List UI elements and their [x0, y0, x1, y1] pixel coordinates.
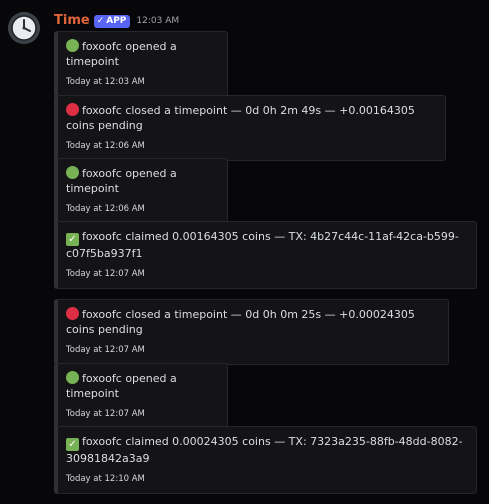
red-circle-icon — [66, 103, 79, 116]
embed-footer: Today at 12:03 AM — [66, 77, 145, 87]
embed-text: foxoofc claimed 0.00024305 coins — TX: 7… — [66, 435, 463, 465]
green-circle-icon — [66, 39, 79, 52]
verified-check-icon: ✓ — [96, 15, 105, 26]
message-header: Time ✓ APP 12:03 AM — [54, 12, 179, 30]
embed-card: foxoofc closed a timepoint — 0d 0h 0m 25… — [54, 299, 449, 365]
embed-description: foxoofc opened a timepoint — [66, 166, 217, 196]
clock-icon — [8, 12, 40, 44]
message-timestamp[interactable]: 12:03 AM — [136, 13, 179, 29]
embed-text: foxoofc opened a timepoint — [66, 167, 177, 195]
red-circle-icon — [66, 307, 79, 320]
embed-text: foxoofc claimed 0.00164305 coins — TX: 4… — [66, 230, 459, 260]
green-circle-icon — [66, 371, 79, 384]
check-mark-icon: ✓ — [66, 233, 79, 246]
embed-text: foxoofc opened a timepoint — [66, 372, 177, 400]
username[interactable]: Time — [54, 13, 90, 29]
embed-text: foxoofc closed a timepoint — 0d 0h 2m 49… — [66, 104, 415, 132]
app-badge-label: APP — [106, 15, 127, 26]
embed-footer: Today at 12:07 AM — [66, 409, 145, 419]
embed-text: foxoofc closed a timepoint — 0d 0h 0m 25… — [66, 308, 415, 336]
avatar[interactable] — [8, 12, 40, 44]
embed-footer: Today at 12:07 AM — [66, 345, 145, 355]
embed-description: foxoofc opened a timepoint — [66, 371, 217, 401]
embed-card: foxoofc opened a timepoint Today at 12:0… — [54, 158, 228, 224]
embed-card: ✓ foxoofc claimed 0.00164305 coins — TX: … — [54, 221, 477, 289]
chat-message: Time ✓ APP 12:03 AM foxoofc opened a tim… — [0, 0, 489, 504]
check-mark-icon: ✓ — [66, 438, 79, 451]
embed-description: foxoofc opened a timepoint — [66, 39, 217, 69]
embed-card: foxoofc opened a timepoint Today at 12:0… — [54, 31, 228, 97]
embed-card: foxoofc opened a timepoint Today at 12:0… — [54, 363, 228, 429]
embed-description: ✓ foxoofc claimed 0.00164305 coins — TX: … — [66, 229, 466, 261]
embed-description: foxoofc closed a timepoint — 0d 0h 2m 49… — [66, 103, 435, 133]
app-badge: ✓ APP — [93, 14, 131, 28]
embed-card: ✓ foxoofc claimed 0.00024305 coins — TX: … — [54, 426, 477, 494]
embed-text: foxoofc opened a timepoint — [66, 40, 177, 68]
green-circle-icon — [66, 166, 79, 179]
embed-footer: Today at 12:07 AM — [66, 269, 145, 279]
embed-footer: Today at 12:10 AM — [66, 474, 145, 484]
embed-footer: Today at 12:06 AM — [66, 141, 145, 151]
embed-description: foxoofc closed a timepoint — 0d 0h 0m 25… — [66, 307, 438, 337]
embed-description: ✓ foxoofc claimed 0.00024305 coins — TX: … — [66, 434, 466, 466]
embed-card: foxoofc closed a timepoint — 0d 0h 2m 49… — [54, 95, 446, 161]
embed-footer: Today at 12:06 AM — [66, 204, 145, 214]
